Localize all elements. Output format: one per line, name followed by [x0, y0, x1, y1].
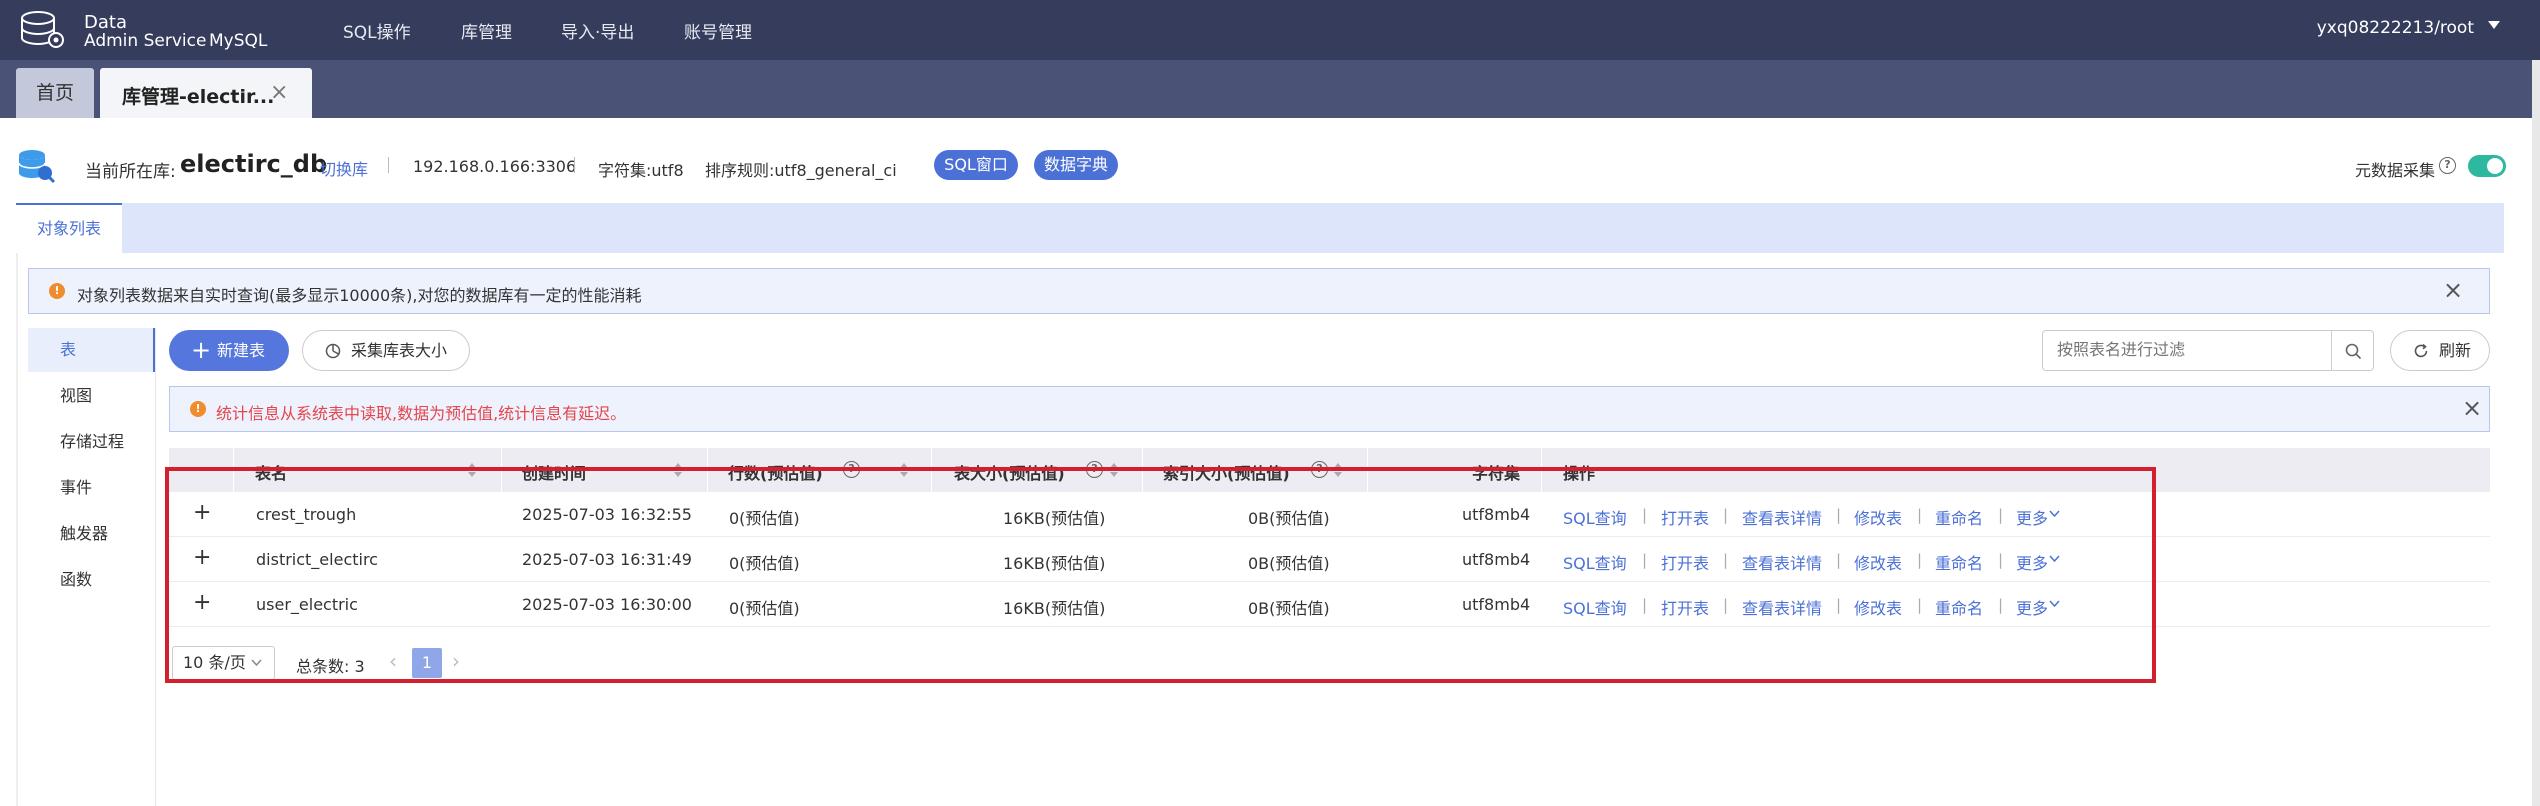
- switch-db-link[interactable]: 切换库: [320, 156, 368, 180]
- pie-chart-icon: [325, 343, 341, 359]
- metadata-collect-label: 元数据采集: [2355, 161, 2436, 180]
- tab-object-list[interactable]: 对象列表: [16, 203, 122, 253]
- db-collation: 排序规则:utf8_general_ci: [705, 161, 897, 180]
- nav-import-export[interactable]: 导入·导出: [561, 18, 634, 43]
- database-icon: [18, 150, 56, 184]
- close-icon[interactable]: ×: [270, 80, 288, 105]
- search-icon: [2345, 343, 2362, 360]
- logo-text-mysql: MySQL: [209, 31, 268, 51]
- tab-label: 库管理-electir...: [122, 86, 275, 108]
- vertical-scrollbar[interactable]: [2532, 60, 2540, 806]
- menu-item-triggers[interactable]: 触发器: [28, 512, 156, 556]
- divider: [388, 157, 389, 173]
- menu-item-functions[interactable]: 函数: [28, 558, 156, 602]
- help-icon[interactable]: ?: [2439, 157, 2456, 174]
- alert-text: 对象列表数据来自实时查询(最多显示10000条),对您的数据库有一定的性能消耗: [77, 286, 642, 305]
- panel-border: [16, 253, 18, 806]
- highlight-box: [165, 467, 2156, 683]
- toggle-knob: [2487, 158, 2503, 174]
- sql-window-button[interactable]: SQL窗口: [934, 150, 1018, 180]
- top-bar: Data Admin Service MySQL SQL操作 库管理 导入·导出…: [0, 0, 2540, 60]
- tab-bar: 首页 库管理-electir... ×: [0, 60, 2540, 118]
- collect-size-button[interactable]: 采集库表大小: [302, 330, 470, 371]
- refresh-label: 刷新: [2439, 341, 2472, 360]
- database-logo-icon: [21, 11, 64, 48]
- logo-text-admin-service: Admin Service: [84, 31, 207, 51]
- object-tab-bar: 对象列表: [16, 203, 2504, 253]
- db-host: 192.168.0.166:3306: [413, 157, 577, 176]
- warning-icon: !: [190, 401, 206, 417]
- table-filter-input[interactable]: [2042, 330, 2332, 371]
- plus-icon: +: [191, 336, 212, 364]
- caret-down-icon[interactable]: [2488, 21, 2500, 29]
- menu-item-procedures[interactable]: 存储过程: [28, 420, 156, 464]
- warning-icon: !: [49, 283, 65, 299]
- nav-db-management[interactable]: 库管理: [461, 18, 512, 43]
- menu-item-views[interactable]: 视图: [28, 374, 156, 418]
- alert-text: 统计信息从系统表中读取,数据为预估值,统计信息有延迟。: [216, 404, 627, 423]
- new-table-button[interactable]: + 新建表: [169, 330, 289, 371]
- refresh-button[interactable]: 刷新: [2390, 330, 2490, 371]
- close-icon[interactable]: ×: [2462, 394, 2482, 422]
- nav-account-management[interactable]: 账号管理: [684, 18, 752, 43]
- menu-divider: [155, 328, 156, 806]
- tab-home[interactable]: 首页: [16, 68, 94, 118]
- collect-size-label: 采集库表大小: [351, 341, 448, 360]
- menu-item-events[interactable]: 事件: [28, 466, 156, 510]
- statistics-alert: ! 统计信息从系统表中读取,数据为预估值,统计信息有延迟。 ×: [169, 386, 2490, 432]
- close-icon[interactable]: ×: [2443, 276, 2463, 304]
- search-button[interactable]: [2331, 330, 2374, 371]
- current-db-name: electirc_db: [180, 150, 328, 178]
- data-dictionary-button[interactable]: 数据字典: [1034, 150, 1118, 180]
- metadata-collect-toggle[interactable]: [2468, 155, 2506, 177]
- logo-text-data: Data: [84, 12, 127, 33]
- current-db-label: 当前所在库:: [85, 162, 176, 182]
- menu-item-tables[interactable]: 表: [28, 328, 156, 372]
- new-table-label: 新建表: [217, 341, 266, 360]
- tab-db-management[interactable]: 库管理-electir... ×: [100, 68, 312, 118]
- realtime-query-alert: ! 对象列表数据来自实时查询(最多显示10000条),对您的数据库有一定的性能消…: [28, 268, 2490, 314]
- divider: [574, 157, 575, 173]
- nav-sql-ops[interactable]: SQL操作: [343, 18, 411, 43]
- refresh-icon: [2414, 343, 2428, 358]
- user-account[interactable]: yxq08222213/root: [2317, 18, 2474, 38]
- db-charset: 字符集:utf8: [598, 161, 684, 180]
